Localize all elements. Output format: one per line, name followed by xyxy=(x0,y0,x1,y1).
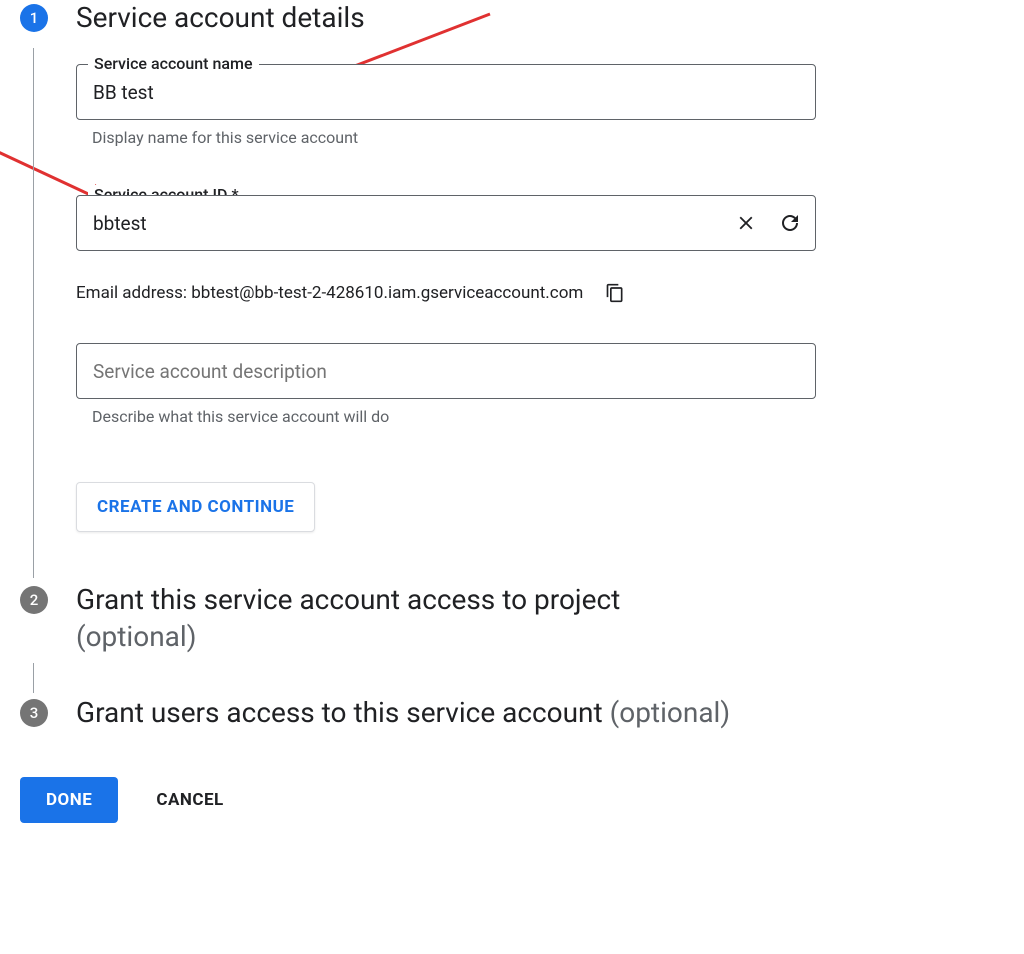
email-address-row: Email address: bbtest@bb-test-2-428610.i… xyxy=(76,279,1004,307)
service-account-name-helper: Display name for this service account xyxy=(92,128,1004,147)
service-account-description-input[interactable] xyxy=(76,343,816,399)
step-3-title: Grant users access to this service accou… xyxy=(76,695,1004,731)
step-1-indicator: 1 xyxy=(20,4,48,32)
step-2-indicator: 2 xyxy=(20,586,48,614)
step-3-indicator: 3 xyxy=(20,699,48,727)
service-account-id-field: Service account ID * xyxy=(76,195,1004,251)
service-account-description-helper: Describe what this service account will … xyxy=(92,407,1004,426)
service-account-name-label: Service account name xyxy=(88,54,259,73)
step-2-title: Grant this service account access to pro… xyxy=(76,582,1004,655)
step-1: 1 Service account details Service accoun… xyxy=(20,0,1004,552)
step-2[interactable]: 2 Grant this service account access to p… xyxy=(20,582,1004,655)
step-3[interactable]: 3 Grant users access to this service acc… xyxy=(20,695,1004,731)
refresh-icon[interactable] xyxy=(776,209,804,237)
service-account-name-field: Service account name xyxy=(76,64,1004,120)
done-button[interactable]: DONE xyxy=(20,777,118,823)
service-account-id-input[interactable] xyxy=(76,195,816,251)
step-connector-2 xyxy=(33,663,34,693)
copy-icon[interactable] xyxy=(601,279,629,307)
email-address-text: Email address: bbtest@bb-test-2-428610.i… xyxy=(76,283,583,303)
clear-icon[interactable] xyxy=(732,209,760,237)
service-account-description-field xyxy=(76,343,1004,399)
create-and-continue-button[interactable]: CREATE AND CONTINUE xyxy=(76,482,315,532)
step-1-title: Service account details xyxy=(76,0,1004,36)
bottom-actions: DONE CANCEL xyxy=(20,777,1004,823)
cancel-button[interactable]: CANCEL xyxy=(156,790,223,810)
